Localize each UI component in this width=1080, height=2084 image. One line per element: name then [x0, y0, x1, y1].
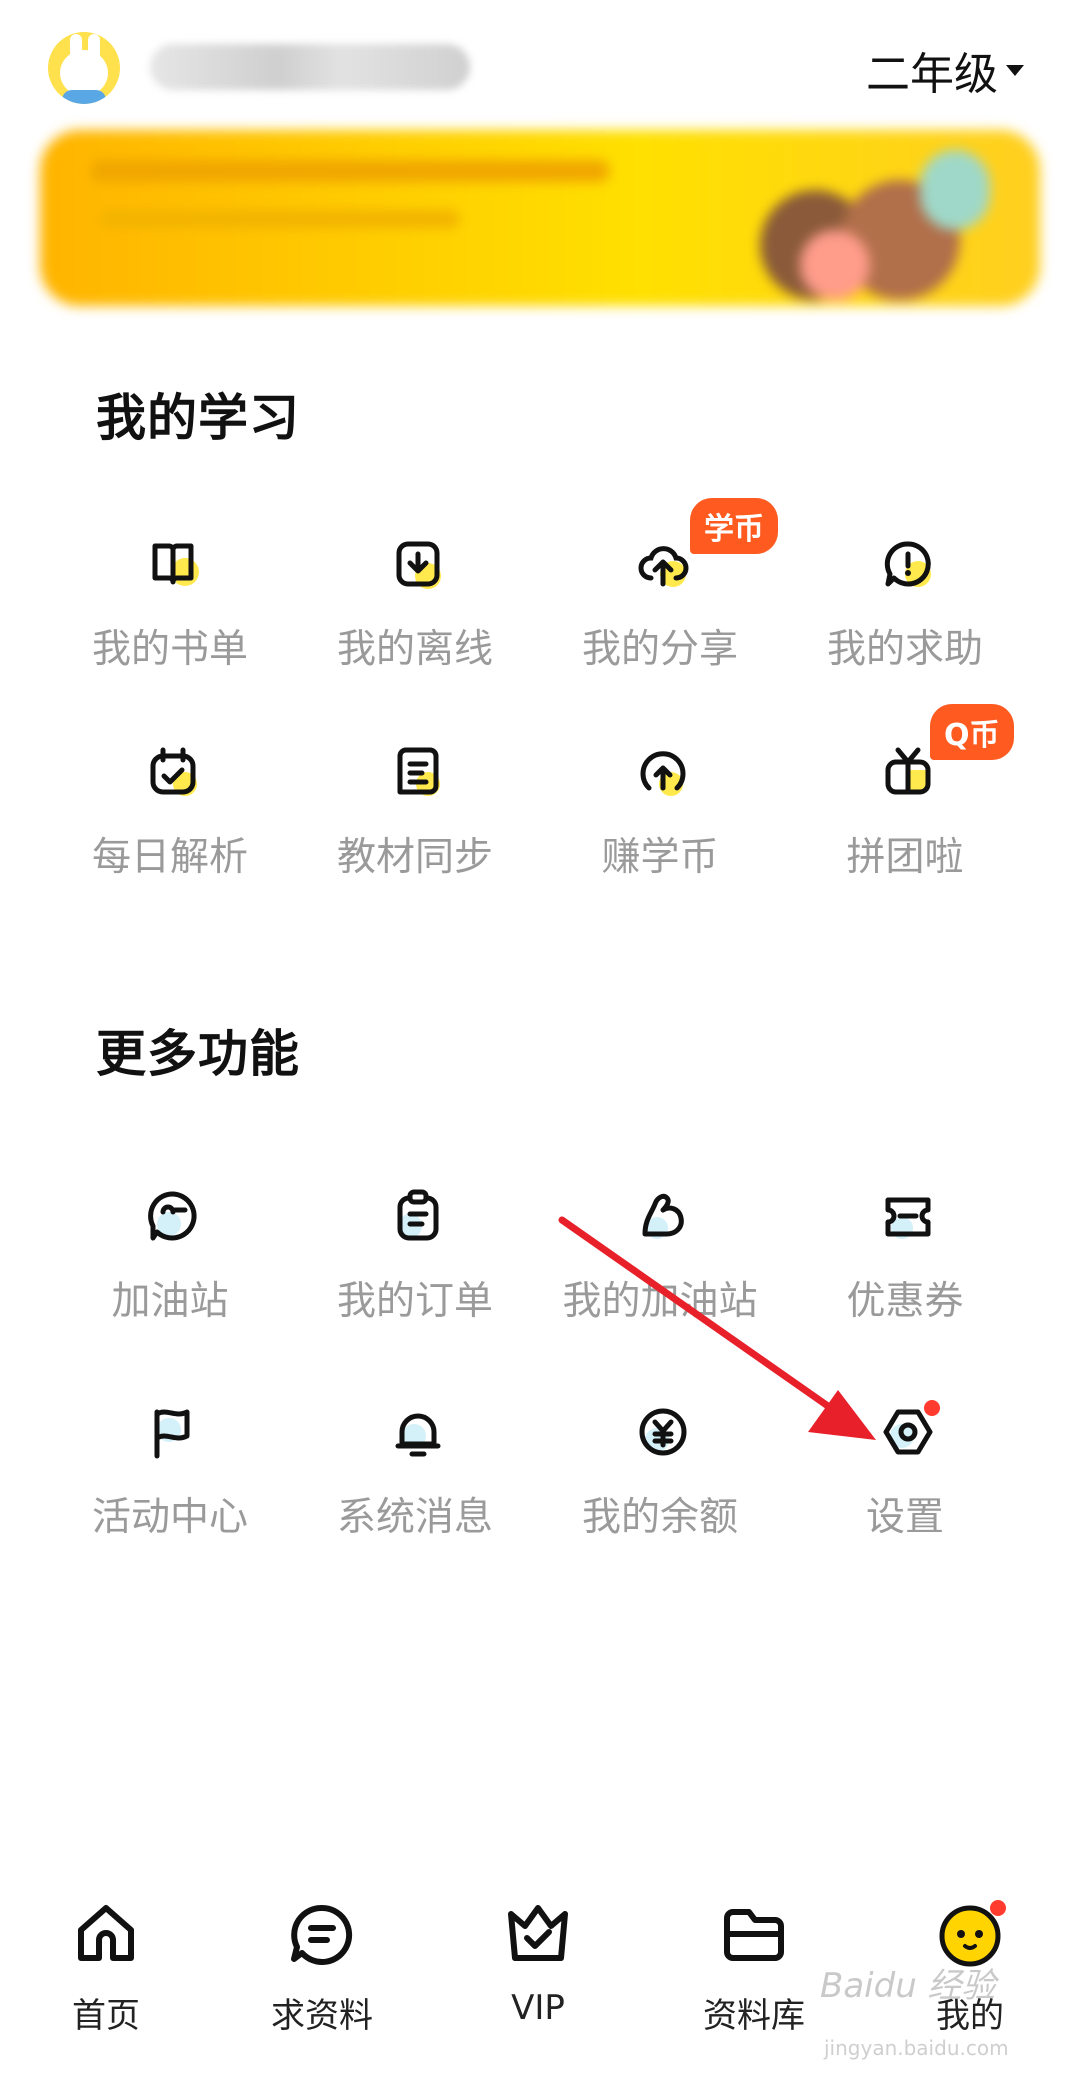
grid-item-textbook[interactable]: 教材同步 [295, 744, 535, 914]
grid-item-groupbuy[interactable]: 拼团啦 [785, 744, 1025, 914]
grid-item-help[interactable]: 我的求助 [785, 536, 1025, 706]
grid-item-orders[interactable]: 我的订单 [295, 1188, 535, 1358]
grid-item-label: 设置 [865, 1495, 944, 1540]
home-icon [71, 1900, 141, 1970]
coin-arrow-icon [635, 744, 691, 800]
download-icon [390, 536, 446, 592]
face-icon [145, 1188, 201, 1244]
settings-notification-dot [924, 1400, 940, 1416]
grid-item-daily[interactable]: 每日解析 [50, 744, 290, 914]
muscle-icon [635, 1188, 691, 1244]
book-icon [145, 536, 201, 592]
help-bubble-icon [880, 536, 936, 592]
share-badge: 学币 [690, 498, 778, 554]
gift-icon [880, 744, 936, 800]
nav-label: 首页 [72, 1996, 140, 2036]
yen-icon [635, 1404, 691, 1460]
grid-item-offline[interactable]: 我的离线 [295, 536, 535, 706]
section-title-study: 我的学习 [96, 389, 300, 447]
grid-item-label: 加油站 [111, 1279, 229, 1324]
bell-icon [390, 1404, 446, 1460]
grid-item-label: 系统消息 [336, 1495, 493, 1540]
grid-item-label: 我的余额 [581, 1495, 738, 1540]
ticket-icon [880, 1188, 936, 1244]
grid-item-label: 我的离线 [336, 627, 493, 672]
avatar[interactable] [48, 32, 120, 104]
flag-icon [145, 1404, 201, 1460]
grid-item-label: 拼团啦 [846, 835, 964, 880]
grid-item-label: 我的求助 [826, 627, 983, 672]
grid-item-coupons[interactable]: 优惠券 [785, 1188, 1025, 1358]
grid-item-balance[interactable]: 我的余额 [540, 1404, 780, 1574]
grid-item-my-fuel[interactable]: 我的加油站 [540, 1188, 780, 1358]
grid-item-fuel[interactable]: 加油站 [50, 1188, 290, 1358]
promo-banner[interactable] [40, 130, 1040, 306]
groupbuy-badge: Q币 [930, 704, 1014, 760]
nav-label: 求资料 [271, 1996, 373, 2036]
grid-item-label: 我的加油站 [562, 1279, 758, 1324]
grade-selector[interactable]: 二年级 [866, 40, 1024, 100]
nav-label: 资料库 [703, 1996, 805, 2036]
watermark-brand: Baidu 经验 [820, 1966, 996, 2006]
cloud-upload-icon [635, 536, 691, 592]
grid-item-label: 教材同步 [336, 835, 493, 880]
grid-item-share[interactable]: 我的分享 [540, 536, 780, 706]
grid-item-label: 我的分享 [581, 627, 738, 672]
grid-item-earn[interactable]: 赚学币 [540, 744, 780, 914]
grade-label: 二年级 [866, 49, 998, 100]
watermark-url: jingyan.baidu.com [824, 2036, 1009, 2060]
grid-item-label: 我的订单 [336, 1279, 493, 1324]
textbook-icon [390, 744, 446, 800]
profile-header: 二年级 [0, 0, 1080, 130]
grid-item-label: 优惠券 [846, 1279, 964, 1324]
folder-icon [719, 1900, 789, 1970]
grid-item-messages[interactable]: 系统消息 [295, 1404, 535, 1574]
nav-request[interactable]: 求资料 [232, 1900, 412, 2060]
nav-notification-dot [990, 1900, 1006, 1916]
grid-item-settings[interactable]: 设置 [785, 1404, 1025, 1574]
section-title-more: 更多功能 [96, 1025, 300, 1083]
chat-icon [287, 1900, 357, 1970]
nav-home[interactable]: 首页 [16, 1900, 196, 2060]
caret-down-icon [1006, 64, 1024, 76]
username-blurred [150, 44, 470, 90]
grid-item-label: 赚学币 [601, 835, 719, 880]
nav-vip[interactable]: VIP [448, 1900, 628, 2060]
grid-item-booklist[interactable]: 我的书单 [50, 536, 290, 706]
grid-item-events[interactable]: 活动中心 [50, 1404, 290, 1574]
nav-library[interactable]: 资料库 [664, 1900, 844, 2060]
grid-item-label: 活动中心 [91, 1495, 248, 1540]
grid-item-label: 每日解析 [91, 835, 248, 880]
grid-item-label: 我的书单 [91, 627, 248, 672]
clipboard-icon [390, 1188, 446, 1244]
avatar-shirt-icon [62, 90, 106, 104]
crown-icon [503, 1900, 573, 1970]
calendar-check-icon [145, 744, 201, 800]
nav-label: VIP [511, 1988, 565, 2028]
